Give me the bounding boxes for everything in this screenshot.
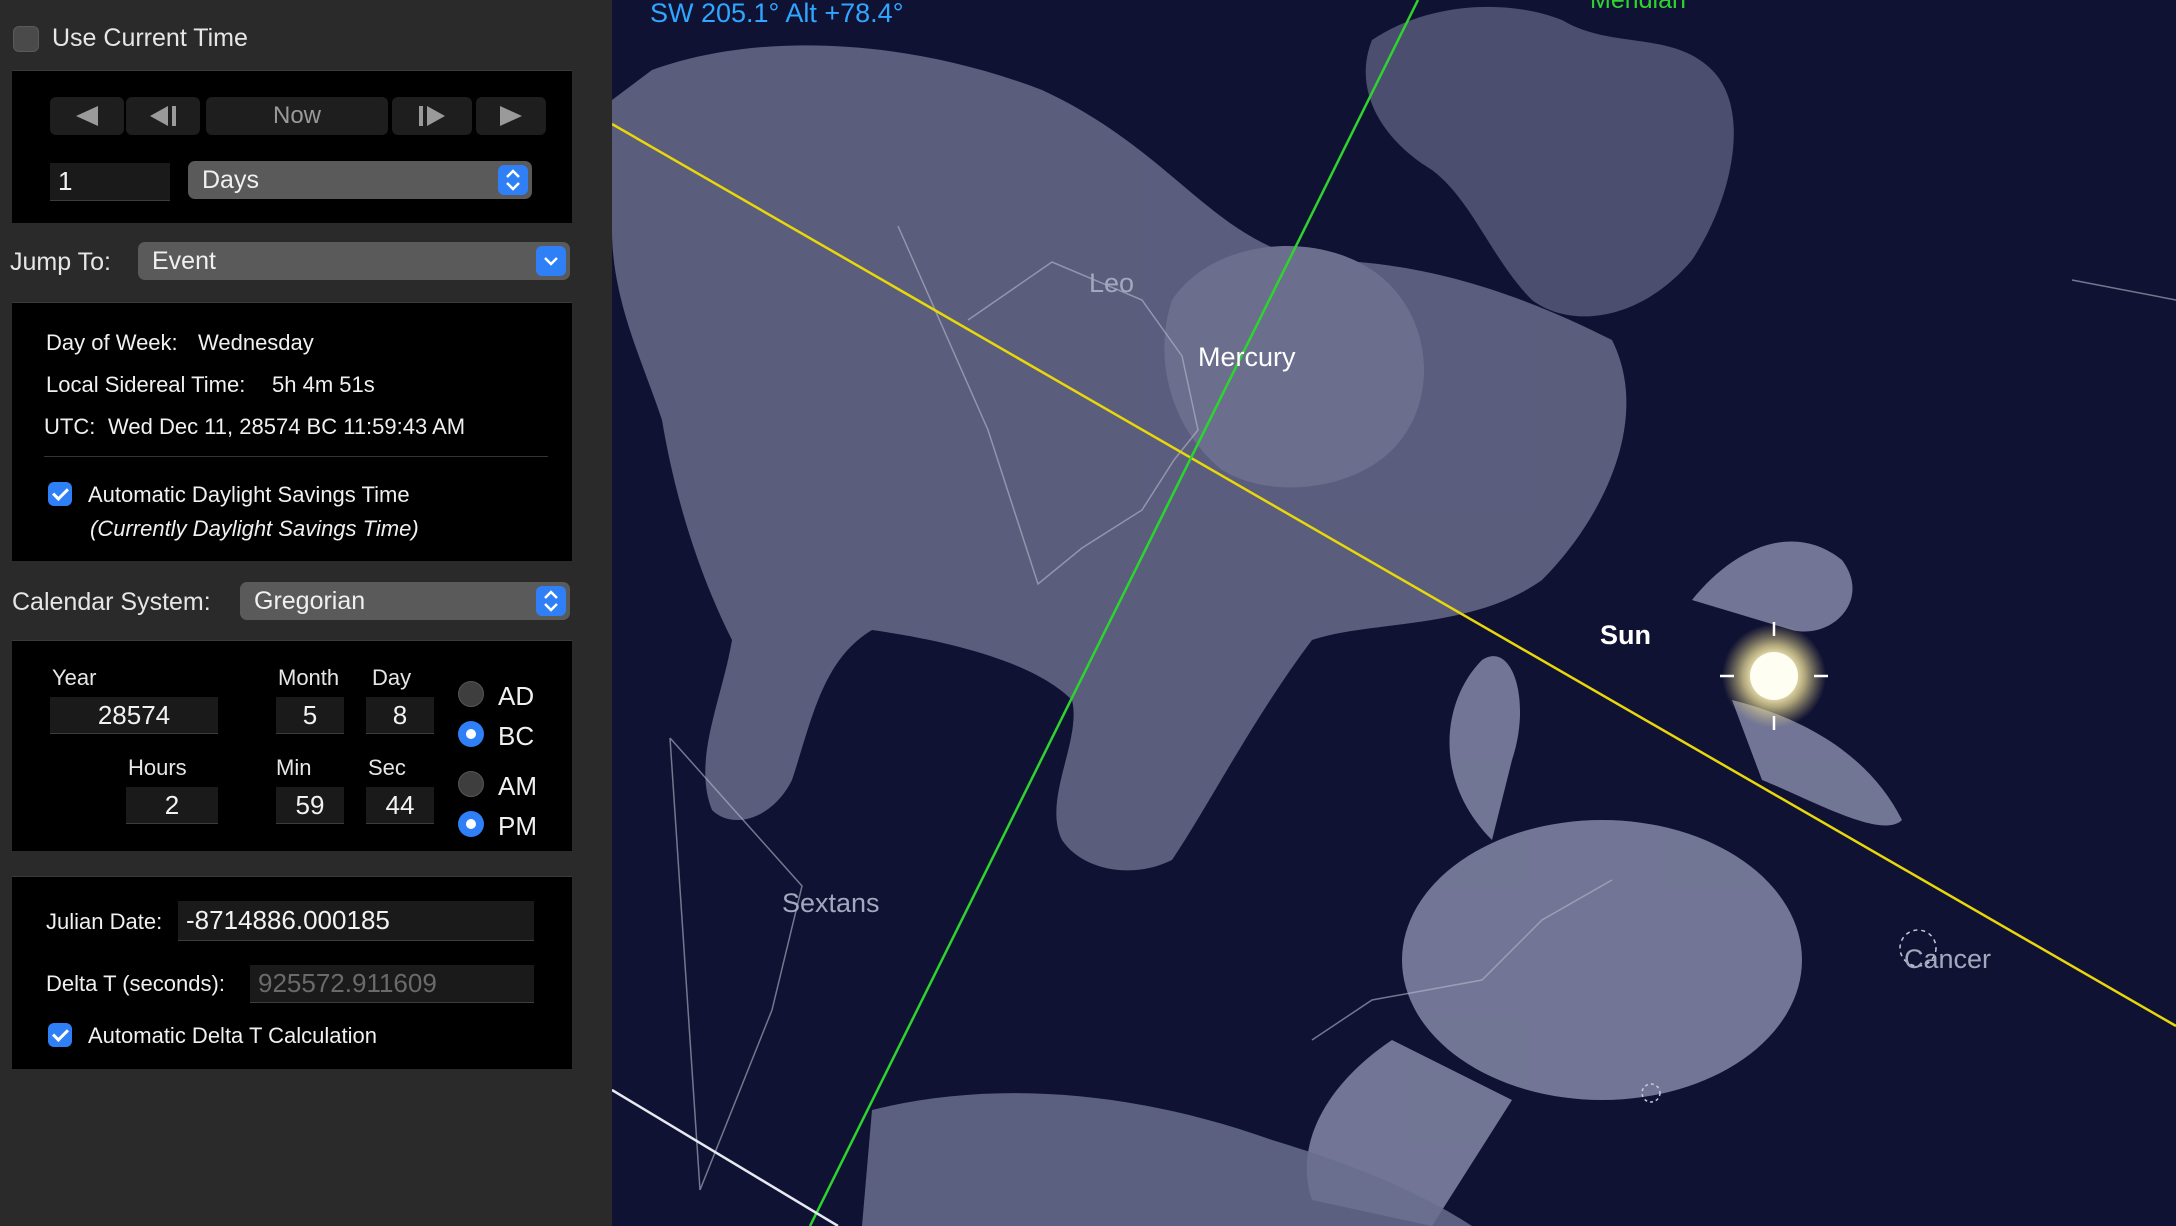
julian-date-field[interactable]: -8714886.000185: [178, 901, 534, 941]
jump-to-label: Jump To:: [10, 248, 111, 276]
min-label: Min: [276, 755, 312, 780]
sky-chart-canvas: [612, 0, 2176, 1226]
sky-chart-view[interactable]: SW 205.1° Alt +78.4° Meridian Leo Mercur…: [612, 0, 2176, 1226]
leo-label[interactable]: Leo: [1089, 268, 1134, 299]
bc-radio[interactable]: [458, 721, 484, 747]
use-current-time-label: Use Current Time: [52, 24, 248, 52]
sec-field[interactable]: 44: [366, 787, 434, 824]
chevron-down-icon: [536, 246, 566, 276]
mercury-label[interactable]: Mercury: [1198, 342, 1296, 373]
use-current-time-checkbox[interactable]: [13, 26, 39, 52]
step-amount-field[interactable]: 1: [50, 163, 170, 201]
ad-radio-label: AD: [498, 681, 535, 711]
hours-field[interactable]: 2: [126, 787, 218, 824]
auto-delta-t-label: Automatic Delta T Calculation: [88, 1023, 377, 1048]
updown-chevron-icon: [498, 165, 528, 195]
sun-label[interactable]: Sun: [1600, 620, 1651, 651]
min-field[interactable]: 59: [276, 787, 344, 824]
time-info-panel: Day of Week: Wednesday Local Sidereal Ti…: [12, 302, 572, 561]
sun-marker[interactable]: [1720, 622, 1828, 730]
dst-checkbox[interactable]: [48, 482, 72, 506]
sextans-label[interactable]: Sextans: [782, 888, 880, 919]
sidereal-time-value: 5h 4m 51s: [272, 372, 375, 397]
sec-label: Sec: [368, 755, 406, 780]
step-backward-icon: [150, 106, 176, 126]
delta-t-label: Delta T (seconds):: [46, 971, 225, 996]
dst-note: (Currently Daylight Savings Time): [90, 516, 419, 541]
day-of-week-label: Day of Week:: [46, 330, 178, 355]
time-settings-sidebar: Use Current Time Now 1 Days Jump To: Eve…: [0, 0, 612, 1226]
ad-radio[interactable]: [458, 681, 484, 707]
jump-to-value: Event: [152, 246, 216, 275]
pm-radio-label: PM: [498, 811, 537, 841]
meridian-label: Meridian: [1590, 0, 1686, 14]
utc-value: Wed Dec 11, 28574 BC 11:59:43 AM: [108, 414, 466, 439]
calendar-system-label: Calendar System:: [12, 588, 211, 616]
am-radio[interactable]: [458, 771, 484, 797]
now-button[interactable]: Now: [206, 97, 388, 135]
year-field[interactable]: 28574: [50, 697, 218, 734]
updown-chevron-icon: [536, 586, 566, 616]
jump-to-select[interactable]: Event: [138, 242, 570, 280]
calendar-system-select[interactable]: Gregorian: [240, 582, 570, 620]
step-forward-fast-button[interactable]: [476, 97, 546, 135]
dst-label: Automatic Daylight Savings Time: [88, 482, 410, 507]
play-forward-icon: [500, 106, 522, 126]
step-back-button[interactable]: [126, 97, 200, 135]
utc-label: UTC:: [44, 414, 96, 439]
horizon-line: [612, 1088, 839, 1226]
am-radio-label: AM: [498, 771, 537, 801]
step-forward-icon: [419, 106, 445, 126]
month-field[interactable]: 5: [276, 697, 344, 734]
day-of-week-value: Wednesday: [198, 330, 314, 355]
step-unit-select[interactable]: Days: [188, 161, 532, 199]
cancer-label[interactable]: Cancer: [1904, 944, 1991, 975]
day-label: Day: [372, 665, 412, 690]
julian-date-panel: Julian Date: -8714886.000185 Delta T (se…: [12, 876, 572, 1069]
step-unit-value: Days: [202, 165, 259, 194]
leo-minor-constellation-art: [1365, 6, 1734, 317]
play-backward-icon: [76, 106, 98, 126]
step-back-fast-button[interactable]: [50, 97, 124, 135]
orientation-readout: SW 205.1° Alt +78.4°: [650, 0, 904, 28]
time-step-panel: Now 1 Days: [12, 70, 572, 223]
auto-delta-t-checkbox[interactable]: [48, 1023, 72, 1047]
month-label: Month: [278, 665, 340, 690]
divider: [44, 456, 548, 457]
year-label: Year: [52, 665, 97, 690]
date-fields-panel: Year Month Day 28574 5 8 Hours Min Sec 2…: [12, 640, 572, 851]
delta-t-field: 925572.911609: [250, 965, 534, 1003]
step-forward-button[interactable]: [392, 97, 472, 135]
bc-radio-label: BC: [498, 721, 535, 751]
pm-radio[interactable]: [458, 811, 484, 837]
julian-date-label: Julian Date:: [46, 909, 163, 934]
sidereal-time-label: Local Sidereal Time:: [46, 372, 246, 397]
day-field[interactable]: 8: [366, 697, 434, 734]
calendar-system-value: Gregorian: [254, 586, 366, 615]
hours-label: Hours: [128, 755, 187, 780]
